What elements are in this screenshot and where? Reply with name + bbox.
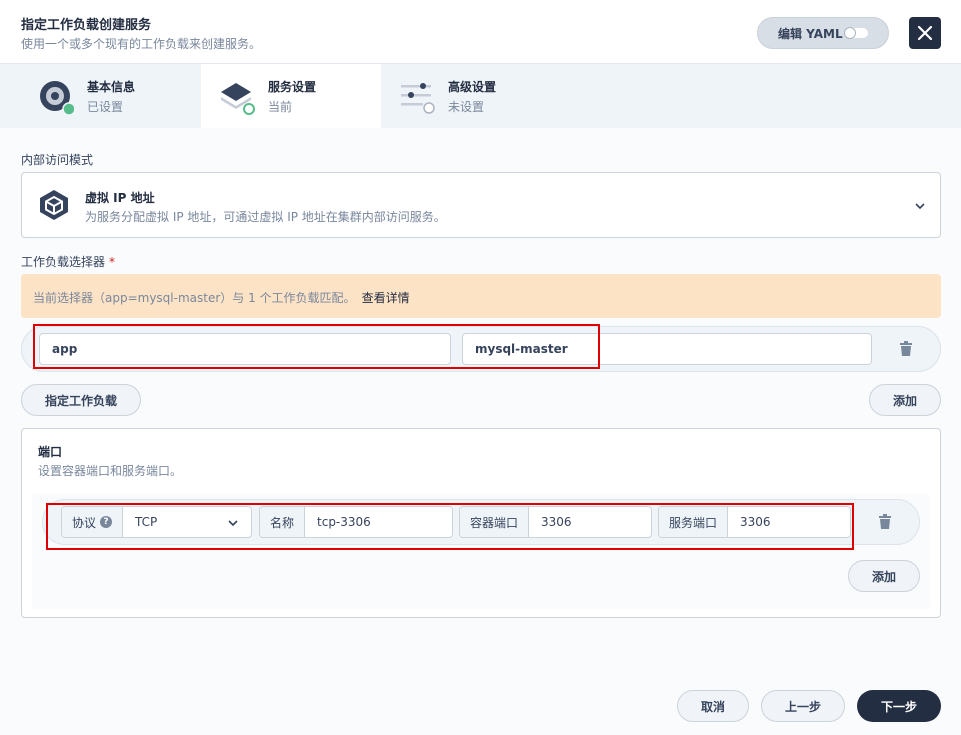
selector-key-input[interactable]: app — [39, 333, 451, 365]
chevron-down-icon — [915, 203, 925, 210]
basic-info-icon — [40, 81, 74, 115]
access-mode-title: 虚拟 IP 地址 — [85, 191, 155, 205]
specify-workload-button[interactable]: 指定工作负载 — [21, 384, 141, 416]
delete-icon[interactable] — [899, 341, 913, 357]
edit-yaml-label: 编辑 YAML — [778, 26, 843, 41]
tab-basic-info-status: 已设置 — [87, 100, 124, 114]
tab-service-settings-label: 服务设置 — [268, 80, 317, 94]
service-settings-icon — [221, 83, 255, 115]
required-mark: * — [109, 255, 116, 269]
selector-row: app mysql-master — [21, 326, 941, 372]
access-mode-label: 内部访问模式 — [21, 153, 94, 167]
view-details-link[interactable]: 查看详情 — [362, 291, 410, 305]
add-selector-button[interactable]: 添加 — [869, 384, 941, 416]
ports-list: 协议 ? TCP 名称 tcp-3306 容器端口 3306 服务端口 3306 — [32, 493, 930, 609]
tab-service-settings[interactable]: 服务设置 当前 — [201, 64, 381, 128]
ports-section: 端口 设置容器端口和服务端口。 协议 ? TCP 名称 tcp-3306 容器端… — [21, 428, 941, 618]
service-port-field[interactable]: 服务端口 3306 — [658, 506, 851, 538]
port-name-label: 名称 — [260, 507, 306, 537]
modal-header: 指定工作负载创建服务 使用一个或多个现有的工作负载来创建服务。 编辑 YAML — [0, 0, 961, 64]
tab-advanced-settings[interactable]: 高级设置 未设置 — [381, 64, 561, 128]
protocol-label: 协议 ? — [62, 507, 124, 537]
close-icon — [917, 25, 933, 41]
previous-button[interactable]: 上一步 — [761, 690, 845, 722]
close-button[interactable] — [909, 17, 941, 49]
toggle-switch-icon — [844, 27, 868, 39]
container-port-input[interactable]: 3306 — [529, 507, 651, 537]
container-port-label: 容器端口 — [460, 507, 530, 537]
cancel-button[interactable]: 取消 — [677, 690, 749, 722]
ports-desc: 设置容器端口和服务端口。 — [38, 464, 183, 478]
advanced-settings-icon — [401, 83, 435, 114]
selector-info-text: 当前选择器（app=mysql-master）与 1 个工作负载匹配。 — [33, 291, 356, 305]
tab-basic-info[interactable]: 基本信息 已设置 — [0, 64, 180, 128]
access-mode-desc: 为服务分配虚拟 IP 地址，可通过虚拟 IP 地址在集群内部访问服务。 — [85, 210, 446, 224]
cube-icon — [40, 190, 68, 220]
selector-value-input[interactable]: mysql-master — [462, 333, 872, 365]
tab-basic-info-label: 基本信息 — [87, 80, 136, 94]
step-tabs: 基本信息 已设置 服务设置 当前 高级设置 未设置 — [0, 64, 961, 128]
access-mode-select[interactable]: 虚拟 IP 地址 为服务分配虚拟 IP 地址，可通过虚拟 IP 地址在集群内部访… — [21, 172, 941, 238]
ports-title: 端口 — [38, 445, 63, 459]
protocol-value-text: TCP — [135, 515, 158, 529]
chevron-down-icon — [228, 520, 238, 527]
edit-yaml-toggle[interactable]: 编辑 YAML — [757, 17, 889, 49]
port-row: 协议 ? TCP 名称 tcp-3306 容器端口 3306 服务端口 3306 — [42, 499, 920, 545]
protocol-label-text: 协议 — [72, 515, 97, 530]
tab-service-settings-status: 当前 — [268, 100, 293, 114]
add-port-button[interactable]: 添加 — [848, 560, 920, 592]
selector-label-text: 工作负载选择器 — [21, 255, 106, 269]
container-port-field[interactable]: 容器端口 3306 — [459, 506, 652, 538]
service-port-label: 服务端口 — [659, 507, 729, 537]
modal-subtitle: 使用一个或多个现有的工作负载来创建服务。 — [21, 37, 262, 51]
tab-advanced-settings-label: 高级设置 — [448, 80, 497, 94]
help-icon[interactable]: ? — [100, 516, 113, 528]
service-port-input[interactable]: 3306 — [728, 507, 850, 537]
modal-title: 指定工作负载创建服务 — [21, 18, 152, 33]
port-name-input[interactable]: tcp-3306 — [305, 507, 452, 537]
tab-advanced-settings-status: 未设置 — [448, 100, 485, 114]
delete-icon[interactable] — [878, 514, 892, 530]
protocol-value: TCP — [123, 507, 251, 537]
selector-info-bar: 当前选择器（app=mysql-master）与 1 个工作负载匹配。 查看详情 — [21, 274, 941, 318]
selector-label: 工作负载选择器 * — [21, 253, 115, 270]
next-button[interactable]: 下一步 — [857, 690, 941, 722]
protocol-select[interactable]: 协议 ? TCP — [61, 506, 252, 538]
port-name-field[interactable]: 名称 tcp-3306 — [259, 506, 453, 538]
